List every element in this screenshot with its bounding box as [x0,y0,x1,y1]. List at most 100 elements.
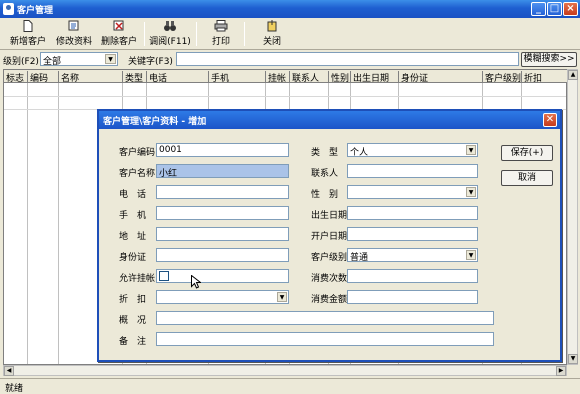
horizontal-scrollbar[interactable]: ◀ ▶ [3,365,567,376]
column-header[interactable]: 客户级别 [483,71,522,84]
mobile-label: 手 机 [119,211,147,221]
document-icon [21,20,35,32]
column-header[interactable]: 类型 [123,71,147,84]
column-header[interactable]: 电话 [147,71,209,84]
status-text: 就绪 [5,384,24,394]
id-card-input[interactable] [156,248,289,262]
chevron-down-icon[interactable]: ▼ [466,187,476,197]
remark-input[interactable] [156,332,494,346]
dialog-title: 客户管理\客户资料 - 增加 [103,117,207,127]
purchase-amount-input[interactable] [347,290,478,304]
scroll-left-icon[interactable]: ◀ [4,366,14,376]
delete-customer-label: 删除客户 [100,37,137,47]
table-header: 标志 编码 名称 类型 电话 手机 挂帐 联系人 性别 出生日期 身份证 客户级… [4,70,568,84]
discount-select[interactable]: ▼ [156,290,289,304]
keyword-label: 关键字(F3) [128,57,173,67]
overview-input[interactable] [156,311,494,325]
app-user-icon [3,3,14,15]
column-header[interactable]: 编码 [28,71,59,84]
allow-credit-field [156,269,289,283]
chevron-down-icon[interactable]: ▼ [466,145,476,155]
mouse-cursor-icon [191,275,201,289]
birth-date-input[interactable] [347,206,478,220]
scroll-right-icon[interactable]: ▶ [556,366,566,376]
open-date-label: 开户日期 [311,232,348,242]
name-label: 客户名称 [119,169,156,179]
lookup-label: 调阅(F11) [149,37,191,47]
mobile-input[interactable] [156,206,289,220]
edit-icon [67,20,81,32]
allow-credit-checkbox[interactable] [159,271,169,281]
window-close-button[interactable]: × [563,2,578,16]
dialog-body: 客户编码 0001 客户名称 小红 电 话 手 机 地 址 身份证 允许挂帐 折… [99,129,560,360]
code-input[interactable]: 0001 [156,143,289,157]
new-customer-label: 新增客户 [9,37,46,47]
chevron-down-icon[interactable]: ▼ [105,54,116,64]
address-label: 地 址 [119,232,147,242]
table-row[interactable] [4,96,566,97]
vertical-scrollbar[interactable]: ▲ ▼ [567,69,578,365]
type-select[interactable]: 个人 ▼ [347,143,478,158]
phone-input[interactable] [156,185,289,199]
column-header[interactable]: 名称 [59,71,123,84]
toolbar: 新增客户 修改资料 删除客户 调阅(F11) 打印 关闭 [0,18,580,50]
purchase-amount-label: 消费金额 [311,295,348,305]
scroll-up-icon[interactable]: ▲ [568,70,578,80]
close-button[interactable]: 关闭 [256,20,288,48]
main-title-bar: 客户管理 _ □ × [0,0,580,18]
purchase-count-input[interactable] [347,269,478,283]
type-label: 类 型 [311,148,339,158]
lookup-button[interactable]: 调阅(F11) [148,20,192,48]
toolbar-separator [244,22,245,46]
code-label: 客户编码 [119,148,156,158]
scroll-down-icon[interactable]: ▼ [568,354,578,364]
remark-label: 备 注 [119,337,147,347]
column-header[interactable]: 标志 [4,71,28,84]
level-filter-select[interactable]: 全部 ▼ [40,52,118,67]
column-header[interactable]: 折扣 [522,71,568,84]
column-header[interactable]: 性别 [329,71,351,84]
open-date-input[interactable] [347,227,478,241]
printer-icon [214,20,228,32]
minimize-button[interactable]: _ [531,2,546,16]
maximize-button[interactable]: □ [547,2,562,16]
column-header[interactable]: 挂帐 [266,71,290,84]
fuzzy-search-button[interactable]: 模糊搜索>> [521,52,577,67]
chevron-down-icon[interactable]: ▼ [466,250,476,260]
new-customer-button[interactable]: 新增客户 [8,20,48,48]
column-header[interactable]: 出生日期 [351,71,399,84]
column-header[interactable]: 手机 [209,71,266,84]
name-input[interactable]: 小红 [156,164,289,179]
status-bar: 就绪 [0,378,580,394]
grid-line [27,83,28,364]
dialog-close-button[interactable]: ✕ [543,113,557,127]
dialog-title-bar: 客户管理\客户资料 - 增加 ✕ [99,111,560,129]
grid-line [58,83,59,364]
cancel-button[interactable]: 取消 [501,170,553,186]
contact-input[interactable] [347,164,478,178]
binoculars-icon [163,20,177,32]
delete-icon [112,20,126,32]
window-title: 客户管理 [17,6,54,16]
chevron-down-icon[interactable]: ▼ [277,292,287,302]
edit-info-button[interactable]: 修改资料 [53,20,95,48]
purchase-count-label: 消费次数 [311,274,348,284]
contact-label: 联系人 [311,169,339,179]
customer-level-select[interactable]: 普通 ▼ [347,248,478,263]
gender-select[interactable]: ▼ [347,185,478,199]
discount-label: 折 扣 [119,295,147,305]
toolbar-separator [196,22,197,46]
edit-info-label: 修改资料 [55,37,92,47]
print-button[interactable]: 打印 [205,20,237,48]
column-header[interactable]: 联系人 [290,71,329,84]
customer-dialog: 客户管理\客户资料 - 增加 ✕ 客户编码 0001 客户名称 小红 电 话 手… [97,109,562,362]
save-button[interactable]: 保存(+) [501,145,553,161]
gender-label: 性 别 [311,190,339,200]
id-card-label: 身份证 [119,253,147,263]
delete-customer-button[interactable]: 删除客户 [98,20,140,48]
column-header[interactable]: 身份证 [399,71,483,84]
customer-level-label: 客户级别 [311,253,348,263]
exit-icon [265,20,279,32]
keyword-input[interactable] [176,52,519,66]
address-input[interactable] [156,227,289,241]
